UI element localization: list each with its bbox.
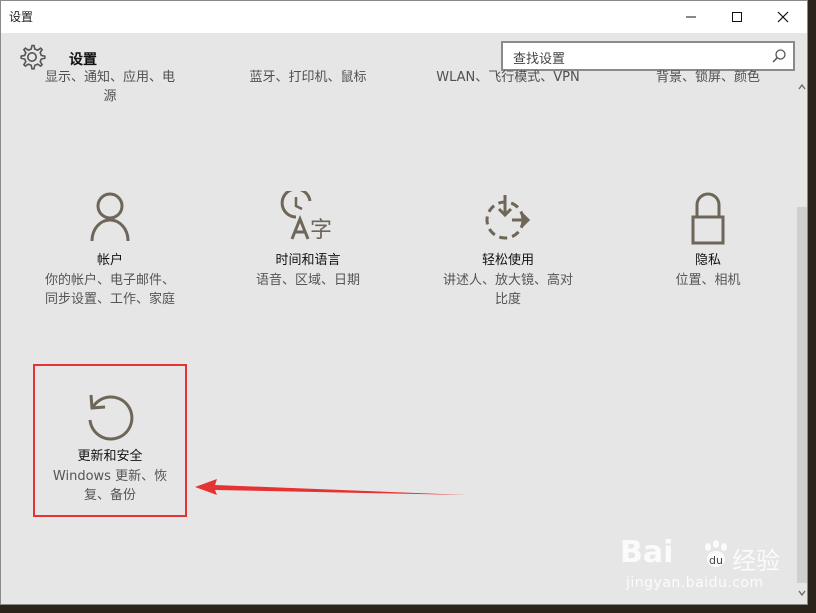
update-icon <box>88 394 134 441</box>
settings-grid: 显示、通知、应用、电 源 蓝牙、打印机、鼠标 WLAN、飞行模式、VPN 背景、… <box>1 70 795 604</box>
partial-tile-network[interactable]: WLAN、飞行模式、VPN <box>413 68 603 87</box>
tile-privacy[interactable]: 隐私 位置、相机 <box>613 191 803 290</box>
scroll-down-icon[interactable] <box>798 589 806 597</box>
time-language-icon: 字 <box>280 191 332 243</box>
tile-desc: 你的帐户、电子邮件、 <box>44 273 175 288</box>
svg-text:du: du <box>709 554 723 567</box>
watermark-brand-tail: 经验 <box>732 547 780 575</box>
partial-desc: 背景、锁屏、颜色 <box>655 70 760 85</box>
search-icon[interactable] <box>771 48 787 64</box>
tile-update-security[interactable]: 更新和安全 Windows 更新、恢 复、备份 <box>15 387 205 505</box>
partial-desc: 源 <box>103 89 117 104</box>
title-bar: 设置 <box>1 1 807 33</box>
search-input[interactable]: 查找设置 <box>501 41 795 71</box>
tile-label: 更新和安全 <box>77 449 143 464</box>
settings-window: 设置 设置 查找设置 显示、通知、应用、电 源 蓝牙、打印机、鼠标 WLAN、飞… <box>0 0 808 605</box>
partial-desc: 蓝牙、打印机、鼠标 <box>249 70 367 85</box>
tile-desc: 位置、相机 <box>675 273 741 288</box>
tile-desc: 复、备份 <box>83 488 136 503</box>
tile-accounts[interactable]: 帐户 你的帐户、电子邮件、 同步设置、工作、家庭 <box>15 191 205 309</box>
person-icon <box>90 192 130 242</box>
partial-desc: 显示、通知、应用、电 <box>44 70 175 85</box>
tile-desc: 比度 <box>494 292 521 307</box>
paw-icon: du <box>705 540 727 567</box>
scrollbar-thumb[interactable] <box>797 207 807 583</box>
tile-desc: 同步设置、工作、家庭 <box>44 292 175 307</box>
window-title: 设置 <box>9 10 34 24</box>
gear-icon <box>20 44 46 70</box>
close-button[interactable] <box>760 1 806 33</box>
watermark-url: jingyan.baidu.com <box>626 575 764 591</box>
partial-desc: WLAN、飞行模式、VPN <box>436 70 580 85</box>
tile-desc: Windows 更新、恢 <box>52 469 168 484</box>
tile-label: 时间和语言 <box>275 253 341 268</box>
ease-of-access-icon <box>485 195 531 240</box>
maximize-button[interactable] <box>714 1 760 33</box>
page-title: 设置 <box>69 52 97 68</box>
baidu-watermark: Bai du 经验 jingyan.baidu.com <box>620 535 780 597</box>
lock-icon <box>691 192 725 245</box>
tile-desc: 语音、区域、日期 <box>255 273 360 288</box>
scroll-up-icon[interactable] <box>798 83 806 91</box>
tile-label: 隐私 <box>694 253 721 268</box>
maximize-icon <box>732 12 742 22</box>
watermark-brand: Bai <box>620 535 674 570</box>
tile-time-language[interactable]: 字 时间和语言 语音、区域、日期 <box>213 191 403 290</box>
minimize-icon <box>686 16 696 18</box>
partial-tile-system[interactable]: 显示、通知、应用、电 源 <box>15 68 205 106</box>
vertical-scrollbar[interactable] <box>796 75 807 604</box>
partial-tile-devices[interactable]: 蓝牙、打印机、鼠标 <box>213 68 403 87</box>
close-icon <box>777 11 789 23</box>
tile-desc: 讲述人、放大镜、高对 <box>442 273 573 288</box>
search-placeholder: 查找设置 <box>513 52 566 67</box>
svg-text:字: 字 <box>310 218 332 243</box>
tile-label: 帐户 <box>96 253 123 268</box>
tile-label: 轻松使用 <box>481 253 534 268</box>
tile-ease-of-access[interactable]: 轻松使用 讲述人、放大镜、高对 比度 <box>413 191 603 309</box>
annotation-arrow-icon <box>195 479 467 495</box>
minimize-button[interactable] <box>668 1 714 33</box>
partial-tile-personalization[interactable]: 背景、锁屏、颜色 <box>613 68 803 87</box>
